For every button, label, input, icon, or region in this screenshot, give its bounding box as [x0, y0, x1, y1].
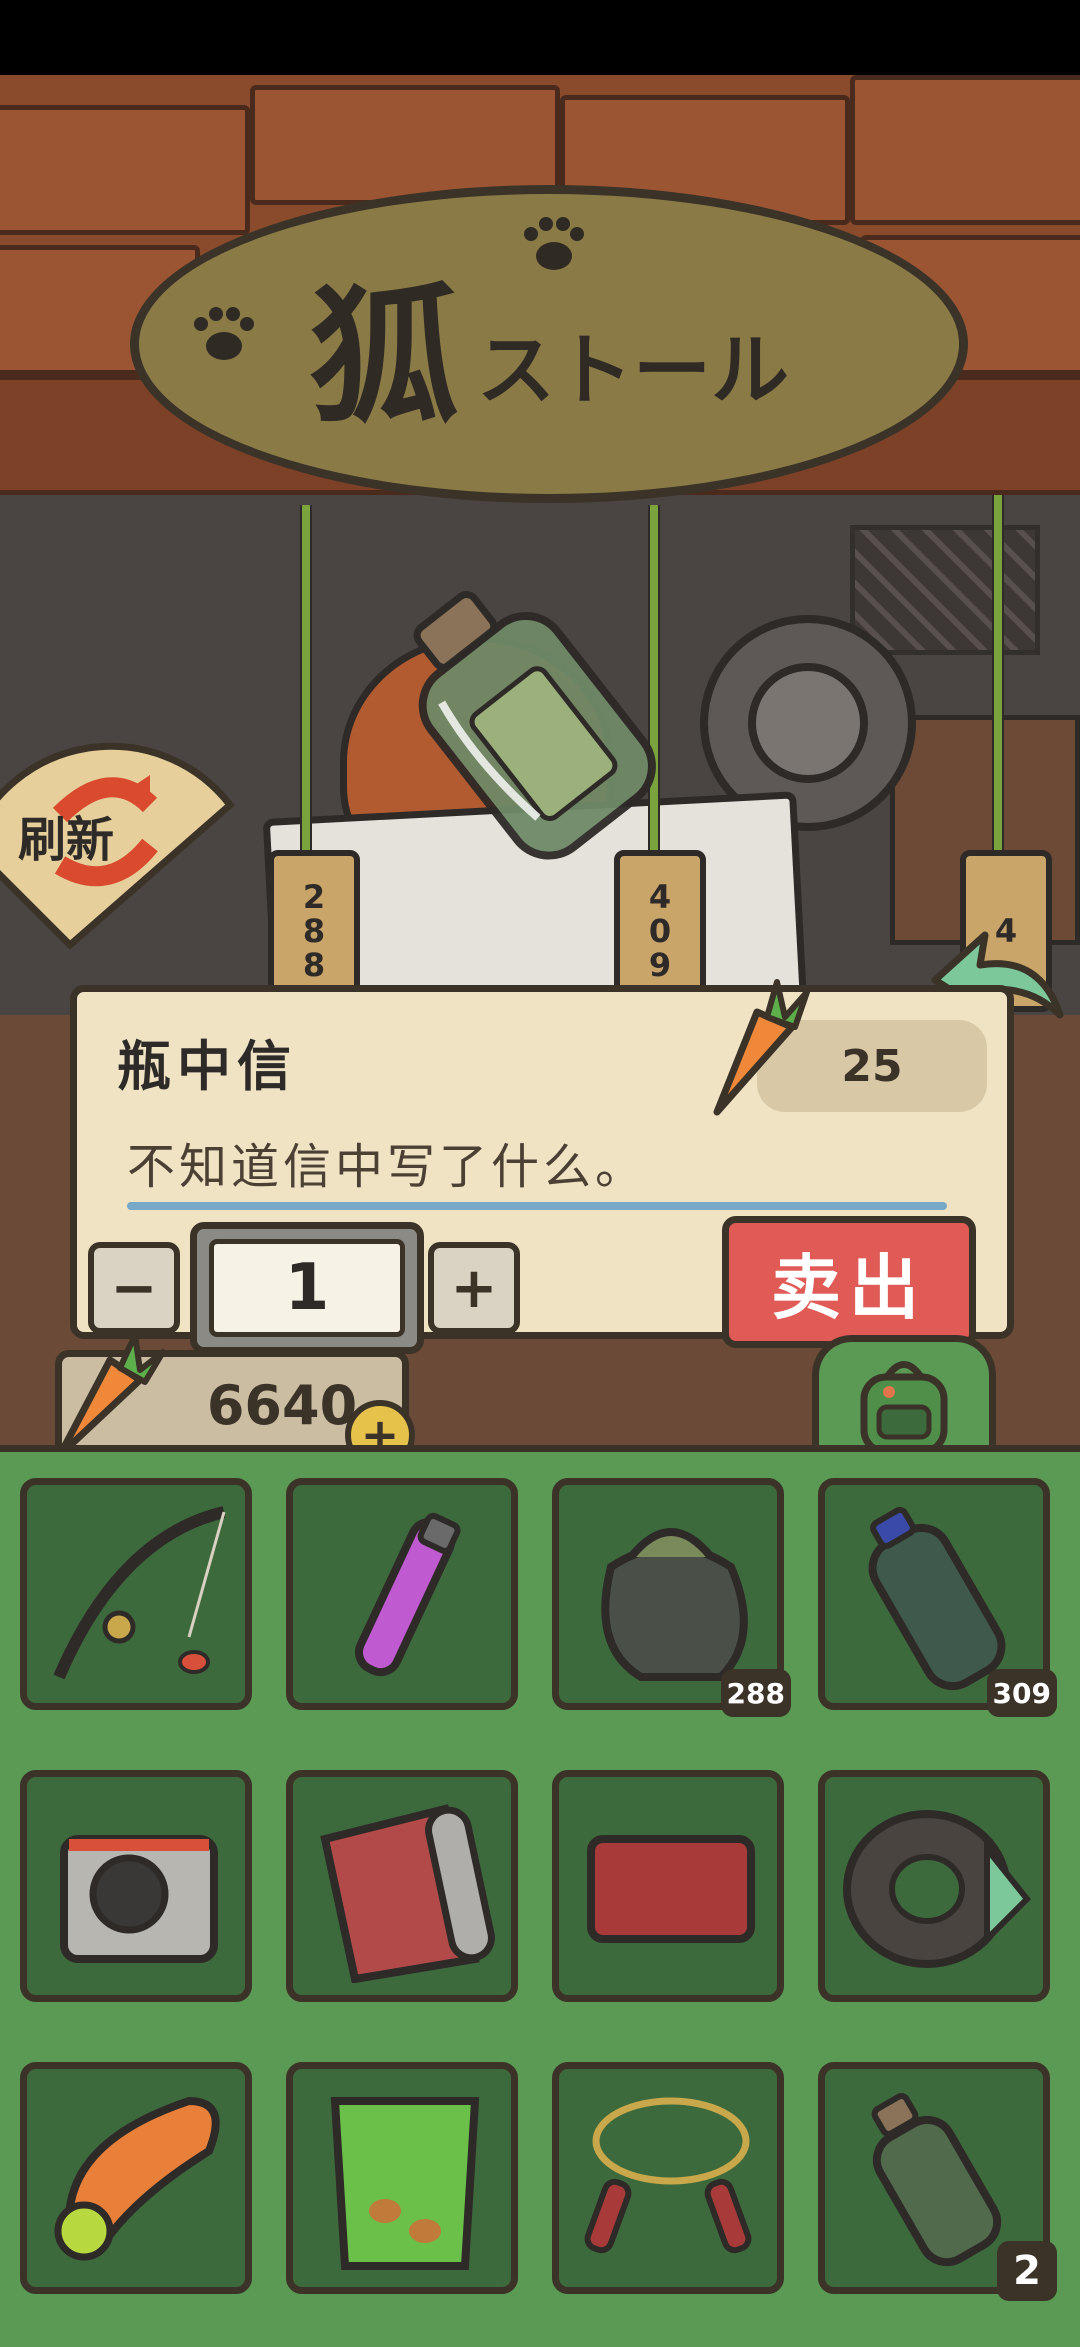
- jump-rope-icon: [584, 2097, 752, 2254]
- carrot-icon: [713, 979, 810, 1116]
- plastic-bottle-icon: [868, 1506, 1006, 1691]
- inventory-slot[interactable]: 2: [818, 2062, 1057, 2301]
- quantity-box: 1: [190, 1222, 424, 1354]
- snack-bag-icon: [330, 2097, 480, 2270]
- quantity-value[interactable]: 1: [209, 1239, 405, 1337]
- increase-quantity-button[interactable]: +: [428, 1242, 520, 1334]
- sign-title: 狐: [308, 270, 465, 445]
- decrease-quantity-button[interactable]: −: [88, 1242, 180, 1334]
- description-underline: [127, 1202, 947, 1210]
- swim-ring-icon: [54, 2096, 220, 2261]
- item-description: 不知道信中写了什么。: [127, 1139, 648, 1195]
- inventory-slot[interactable]: 288: [552, 1478, 791, 1717]
- clock-face: [748, 663, 868, 783]
- carrot-icon: [56, 1332, 165, 1459]
- paw-print-icon: [524, 217, 584, 270]
- instant-camera-icon: [60, 1835, 218, 1963]
- inventory-slot[interactable]: [286, 1478, 518, 1710]
- refresh-label[interactable]: 刷新: [18, 800, 114, 870]
- inventory-slot[interactable]: [20, 1478, 252, 1710]
- window-lattice: [850, 525, 1040, 655]
- shop-sign: 狐 ストール: [130, 185, 968, 503]
- status-bar: [0, 0, 1080, 75]
- item-count-badge: 2: [997, 2241, 1057, 2301]
- inventory-slot[interactable]: [552, 2062, 784, 2294]
- fur-scarf-icon: [843, 1810, 1031, 1968]
- inventory-slot[interactable]: [818, 1770, 1050, 2002]
- sell-button[interactable]: 卖出: [722, 1216, 976, 1348]
- inventory-slot[interactable]: [20, 2062, 252, 2294]
- sign-subtitle: ストール: [477, 326, 790, 416]
- inventory-slot[interactable]: [552, 1770, 784, 2002]
- inventory-slot[interactable]: 309: [818, 1478, 1057, 1717]
- rolled-mat-icon: [320, 1804, 495, 1983]
- ticket-card-icon: [587, 1835, 755, 1943]
- trash-bag-icon: [601, 1528, 748, 1681]
- potion-vial-icon: [354, 1512, 461, 1677]
- inventory-slot[interactable]: [286, 2062, 518, 2294]
- paw-print-icon: [194, 307, 254, 360]
- inventory-slot[interactable]: [20, 1770, 252, 2002]
- item-name: 瓶中信: [117, 1035, 297, 1098]
- item-count-badge: 309: [986, 1669, 1057, 1717]
- inventory-slot[interactable]: [286, 1770, 518, 2002]
- item-count-badge: 288: [720, 1669, 791, 1717]
- fishing-rod-icon: [53, 1506, 226, 1680]
